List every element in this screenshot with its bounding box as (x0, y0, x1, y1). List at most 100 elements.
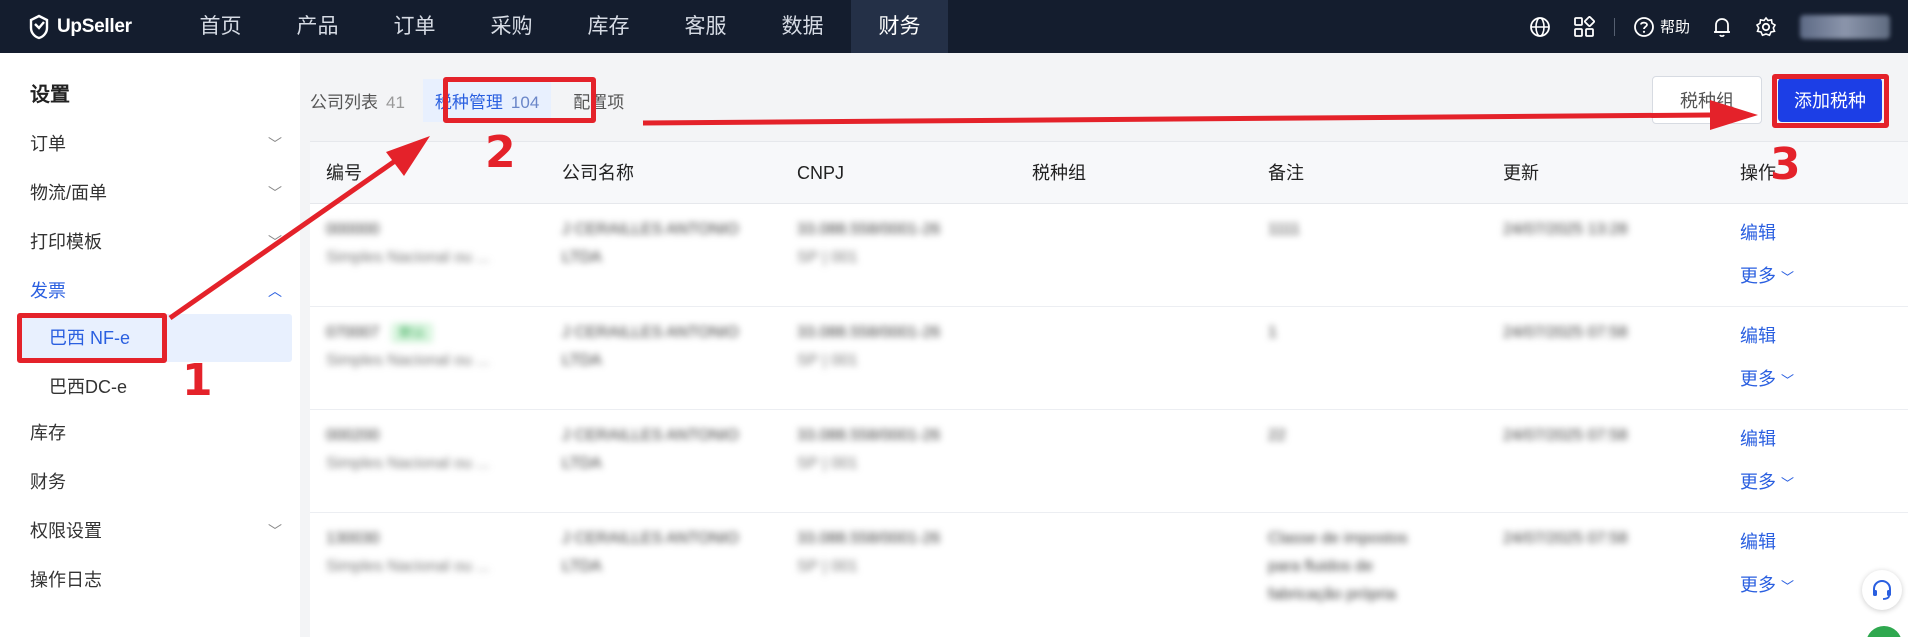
tab-label: 税种管理 (434, 92, 503, 112)
sidebar-item-label: 发票 (30, 281, 66, 301)
user-avatar-menu[interactable] (1800, 14, 1890, 39)
row-tax-type: Simples Nacional ou ... (326, 455, 490, 472)
row-company-line1: J CERAILLES ANTONIO (562, 530, 739, 547)
table-row: 130030 Simples Nacional ou ... J CERAILL… (310, 513, 1908, 637)
toolbar-divider (1613, 17, 1615, 36)
row-cnpj: 33.088.558/0001-26 (797, 221, 941, 238)
tab-count: 104 (510, 92, 540, 112)
more-dropdown[interactable]: 更多 ﹀ (1740, 365, 1794, 391)
notification-bell-icon[interactable] (1700, 0, 1744, 53)
more-dropdown[interactable]: 更多 ﹀ (1740, 262, 1794, 288)
more-dropdown[interactable]: 更多 ﹀ (1740, 468, 1794, 494)
default-badge: 默认 (391, 323, 434, 343)
edit-link[interactable]: 编辑 (1740, 528, 1794, 554)
row-tax-type: Simples Nacional ou ... (326, 249, 490, 266)
customer-support-headset-icon[interactable] (1862, 570, 1902, 610)
sidebar-item-label: 操作日志 (30, 570, 102, 590)
table-row: 070007 默认 Simples Nacional ou ... J CERAI… (310, 307, 1908, 410)
upseller-logo-icon (29, 14, 49, 39)
tax-tabs: 公司列表 41 税种管理 104 配置项 (310, 75, 646, 125)
sidebar-item-brazil-nfe[interactable]: 巴西 NF-e (18, 314, 292, 362)
nav-products[interactable]: 产品 (269, 0, 366, 53)
sidebar-item-label: 权限设置 (30, 521, 102, 541)
sidebar-item-invoice[interactable]: 发票 ︿ (30, 271, 288, 311)
row-tax-type: Simples Nacional ou ... (326, 352, 490, 369)
row-cnpj-state: SP | 001 (797, 352, 858, 369)
row-company-line1: J CERAILLES ANTONIO (562, 427, 739, 444)
row-updated: 24/07/2025 13:28 (1503, 221, 1628, 238)
chevron-down-icon: ﹀ (1781, 476, 1795, 491)
settings-gear-icon[interactable] (1744, 0, 1788, 53)
row-id: 070007 默认 (326, 319, 490, 347)
nav-finance[interactable]: 财务 (851, 0, 948, 53)
more-label: 更多 (1740, 472, 1776, 492)
row-company-line2: LTDA (562, 558, 602, 575)
row-cnpj: 33.088.558/0001-26 (797, 324, 941, 341)
row-updated: 24/07/2025 07:58 (1503, 324, 1628, 341)
chevron-down-icon: ﹀ (1781, 373, 1795, 388)
nav-customer-service[interactable]: 客服 (657, 0, 754, 53)
sidebar-item-print-templates[interactable]: 打印模板 ﹀ (30, 222, 288, 262)
row-cnpj-state: SP | 001 (797, 558, 858, 575)
sidebar-item-brazil-dce[interactable]: 巴西DC-e (18, 363, 292, 411)
header-updated: 更新 (1503, 163, 1539, 183)
edit-link[interactable]: 编辑 (1740, 219, 1794, 245)
nav-orders[interactable]: 订单 (366, 0, 463, 53)
edit-link[interactable]: 编辑 (1740, 322, 1794, 348)
table-row: 000000 Simples Nacional ou ... J CERAILL… (310, 204, 1908, 307)
tax-group-button[interactable]: 税种组 (1652, 76, 1762, 124)
more-label: 更多 (1740, 575, 1776, 595)
header-actions: 操作 (1740, 163, 1776, 183)
top-navigation-bar: UpSeller 首页 产品 订单 采购 库存 客服 数据 财务 帮助 (0, 0, 1908, 53)
sidebar-item-operation-log[interactable]: 操作日志 (30, 560, 288, 600)
row-note: Classe de impostos (1268, 530, 1408, 547)
row-id: 130030 (326, 530, 380, 547)
app-grid-icon[interactable] (1562, 0, 1606, 53)
nav-data[interactable]: 数据 (754, 0, 851, 53)
language-globe-icon[interactable] (1518, 0, 1562, 53)
row-actions: 编辑 更多 ﹀ (1740, 322, 1794, 391)
tab-tax-management[interactable]: 税种管理 104 (422, 78, 552, 122)
row-note: 1 (1268, 324, 1277, 341)
sidebar-item-inventory[interactable]: 库存 (30, 413, 288, 453)
help-link[interactable]: 帮助 (1623, 0, 1700, 53)
chevron-down-icon: ﹀ (268, 234, 282, 250)
row-cnpj: 33.088.558/0001-26 (797, 427, 941, 444)
chevron-up-icon: ︿ (268, 283, 282, 299)
header-company-name: 公司名称 (562, 163, 634, 183)
table-header: 编号 公司名称 CNPJ 税种组 备注 更新 操作 (310, 142, 1908, 204)
tab-company-list[interactable]: 公司列表 41 (310, 88, 405, 113)
header-cnpj: CNPJ (797, 163, 845, 183)
edit-link[interactable]: 编辑 (1740, 425, 1794, 451)
top-right-toolbar: 帮助 (1518, 0, 1908, 53)
row-note: 1111 (1268, 221, 1301, 238)
settings-sidebar: 设置 订单 ﹀ 物流/面单 ﹀ 打印模板 ﹀ 发票 ︿ 巴西 NF-e 巴西DC… (0, 53, 300, 637)
sidebar-item-label: 订单 (30, 134, 66, 154)
row-cnpj-state: SP | 001 (797, 249, 858, 266)
sidebar-item-orders[interactable]: 订单 ﹀ (30, 124, 288, 164)
chevron-down-icon: ﹀ (268, 185, 282, 201)
sidebar-item-label: 库存 (30, 423, 66, 443)
row-actions: 编辑 更多 ﹀ (1740, 425, 1794, 494)
more-dropdown[interactable]: 更多 ﹀ (1740, 571, 1794, 597)
sidebar-item-finance[interactable]: 财务 (30, 462, 288, 502)
upseller-logo[interactable]: UpSeller (0, 0, 160, 53)
sidebar-item-logistics[interactable]: 物流/面单 ﹀ (30, 173, 288, 213)
row-company-line2: LTDA (562, 249, 602, 266)
row-cnpj-state: SP | 001 (797, 455, 858, 472)
sidebar-item-permissions[interactable]: 权限设置 ﹀ (30, 511, 288, 551)
tab-label: 配置项 (573, 92, 625, 112)
more-label: 更多 (1740, 266, 1776, 286)
nav-purchase[interactable]: 采购 (463, 0, 560, 53)
row-company-line1: J CERAILLES ANTONIO (562, 324, 739, 341)
nav-inventory[interactable]: 库存 (560, 0, 657, 53)
nav-home[interactable]: 首页 (172, 0, 269, 53)
tab-config-items[interactable]: 配置项 (573, 88, 624, 113)
chevron-down-icon: ﹀ (268, 523, 282, 539)
row-updated: 24/07/2025 07:58 (1503, 530, 1628, 547)
chevron-down-icon: ﹀ (268, 136, 282, 152)
row-cnpj: 33.088.558/0001-26 (797, 530, 941, 547)
add-tax-button[interactable]: 添加税种 (1778, 78, 1882, 122)
sidebar-item-label: 物流/面单 (30, 183, 108, 203)
tab-count: 41 (386, 92, 405, 112)
